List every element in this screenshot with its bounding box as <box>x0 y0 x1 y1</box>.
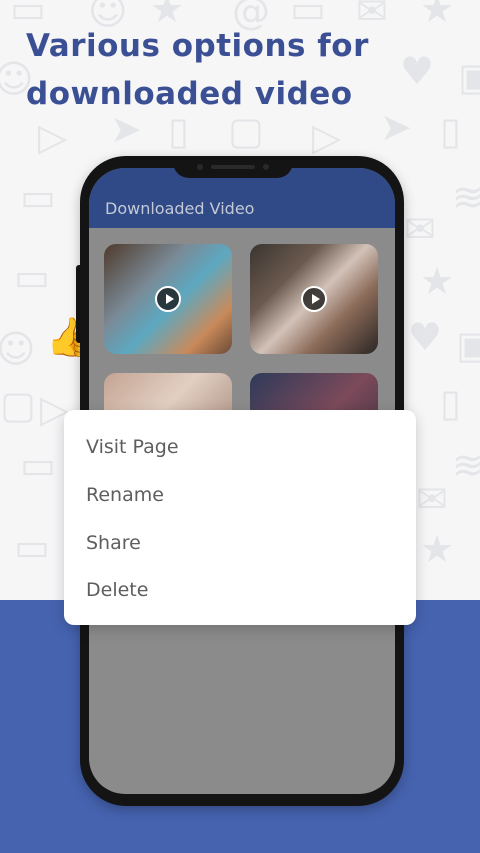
monitor-icon: ▭ <box>14 525 50 569</box>
video-options-menu: Visit Page Rename Share Delete <box>64 410 416 625</box>
menu-item-rename[interactable]: Rename <box>86 475 386 515</box>
star-icon: ★ <box>420 259 455 303</box>
smiley-icon: ☺ <box>0 327 36 371</box>
phone-icon: ▯ <box>440 381 461 425</box>
promo-headline-line-2: downloaded video <box>26 76 353 112</box>
wifi-icon: ≋ <box>452 443 480 487</box>
menu-item-delete[interactable]: Delete <box>86 570 386 610</box>
chat-icon: ▢ <box>0 383 36 427</box>
play-icon: ▷ <box>38 115 68 159</box>
menu-item-visit-page[interactable]: Visit Page <box>86 427 386 467</box>
phone-notch <box>173 156 293 178</box>
sensor-dot <box>263 164 269 170</box>
video-thumbnail-1[interactable] <box>104 244 232 354</box>
video-icon: ▭ <box>20 175 56 219</box>
app-bar-title: Downloaded Video <box>105 199 255 218</box>
heart-icon: ♥ <box>408 315 443 359</box>
play-icon[interactable] <box>301 286 327 312</box>
video-thumbnail-2[interactable] <box>250 244 378 354</box>
play-icon[interactable] <box>155 286 181 312</box>
menu-item-share[interactable]: Share <box>86 523 386 563</box>
video-icon: ▭ <box>20 443 56 487</box>
mail-icon: ✉ <box>416 477 448 521</box>
promo-headline: Various options for downloaded video <box>26 22 466 118</box>
mail-icon: ✉ <box>404 207 436 251</box>
star-icon: ★ <box>420 527 455 571</box>
play-icon: ▷ <box>312 115 342 159</box>
monitor-icon: ▭ <box>14 255 50 299</box>
camera-dot <box>197 164 203 170</box>
speaker-grille <box>211 165 255 169</box>
wifi-icon: ≋ <box>452 175 480 219</box>
camera-icon: ▣ <box>456 323 480 367</box>
promo-headline-line-1: Various options for <box>26 28 369 64</box>
